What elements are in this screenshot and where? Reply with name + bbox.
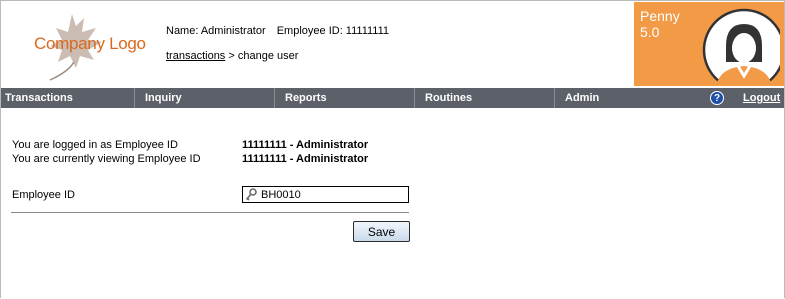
logged-in-value: 11111111 - Administrator: [242, 139, 369, 151]
help-icon[interactable]: ?: [710, 91, 724, 105]
employee-id-field: [242, 186, 409, 203]
nav-inquiry[interactable]: Inquiry: [141, 88, 274, 108]
breadcrumb-current: > change user: [225, 50, 299, 62]
user-name: Name: Administrator: [166, 25, 266, 37]
logo-text: Company Logo: [34, 34, 146, 53]
viewing-label: You are currently viewing Employee ID: [12, 153, 201, 165]
product-version: 5.0: [640, 24, 660, 40]
breadcrumb-link-transactions[interactable]: transactions: [166, 50, 225, 62]
nav-divider: [554, 88, 555, 108]
form-divider: [11, 212, 409, 213]
company-logo: Company Logo: [10, 6, 150, 82]
nav-divider: [274, 88, 275, 108]
save-button[interactable]: Save: [353, 221, 410, 242]
viewing-value: 11111111 - Administrator: [242, 153, 369, 165]
nav-transactions[interactable]: Transactions: [1, 88, 134, 108]
employee-id-label: Employee ID: [12, 189, 75, 201]
product-brand-panel: Penny 5.0: [634, 2, 784, 86]
product-title: Penny: [640, 8, 680, 24]
employee-id-display: Employee ID: 11111111: [276, 25, 390, 37]
nav-reports[interactable]: Reports: [281, 88, 414, 108]
nav-admin[interactable]: Admin: [561, 88, 641, 108]
breadcrumb: transactions > change user: [166, 50, 298, 62]
main-nav: Transactions Inquiry Reports Routines Ad…: [1, 88, 784, 108]
employee-id-input[interactable]: [260, 187, 407, 202]
key-icon[interactable]: [245, 188, 257, 201]
nav-divider: [414, 88, 415, 108]
user-info: Name: Administrator Employee ID: 1111111…: [166, 25, 397, 37]
user-avatar-icon: [702, 8, 780, 86]
nav-routines[interactable]: Routines: [421, 88, 554, 108]
nav-divider: [134, 88, 135, 108]
logout-link[interactable]: Logout: [743, 88, 780, 108]
product-name: Penny 5.0: [640, 8, 680, 40]
logged-in-label: You are logged in as Employee ID: [12, 139, 178, 151]
